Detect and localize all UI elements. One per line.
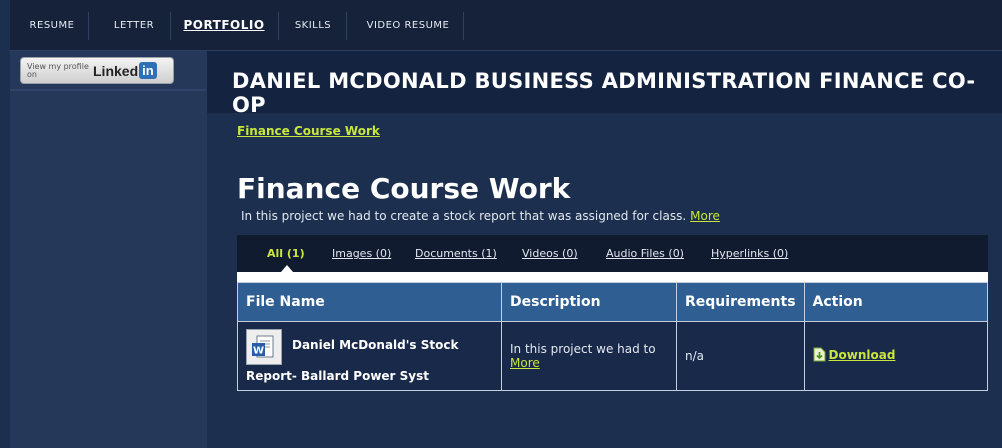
description-more-link[interactable]: More — [690, 209, 720, 223]
nav-divider — [88, 12, 89, 40]
nav-skills[interactable]: SKILLS — [290, 0, 336, 50]
breadcrumb[interactable]: Finance Course Work — [237, 124, 380, 138]
sidebar-divider — [10, 89, 207, 91]
file-name-line2[interactable]: Report- Ballard Power Syst — [246, 369, 429, 383]
filter-videos[interactable]: Videos (0) — [522, 235, 578, 272]
filter-hyperlinks[interactable]: Hyperlinks (0) — [711, 235, 788, 272]
column-file-name: File Name — [237, 282, 502, 322]
filter-bar: All (1) Images (0) Documents (1) Videos … — [237, 235, 988, 272]
nav-divider — [346, 12, 347, 40]
table-row: W Daniel McDonald's Stock Report- Ballar… — [237, 321, 989, 391]
linkedin-in-icon: in — [139, 62, 157, 79]
nav-video-resume[interactable]: VIDEO RESUME — [360, 0, 456, 50]
files-table: File Name Description Requirements Actio… — [237, 282, 989, 391]
filter-documents[interactable]: Documents (1) — [415, 235, 497, 272]
download-link[interactable]: Download — [813, 347, 896, 362]
sidebar: View my profile on Linked in — [10, 51, 207, 448]
action-cell: Download — [803, 321, 989, 391]
linkedin-view-text: View my profile on — [27, 61, 89, 79]
nav-divider — [170, 12, 171, 40]
site-header: DANIEL MCDONALD BUSINESS ADMINISTRATION … — [207, 51, 1002, 117]
tab-content-divider — [237, 272, 988, 282]
linkedin-logo: Linked in — [93, 62, 157, 79]
page-title: Finance Course Work — [237, 172, 571, 205]
filter-audio-files[interactable]: Audio Files (0) — [606, 235, 684, 272]
column-requirements: Requirements — [676, 282, 805, 322]
nav-divider — [463, 12, 464, 40]
active-tab-pointer — [281, 265, 293, 272]
nav-letter[interactable]: LETTER — [102, 0, 166, 50]
page-description-text: In this project we had to create a stock… — [241, 209, 687, 223]
word-document-icon: W — [246, 329, 282, 365]
filter-images[interactable]: Images (0) — [332, 235, 391, 272]
download-label: Download — [828, 347, 896, 362]
download-icon — [813, 347, 826, 362]
file-name-line1[interactable]: Daniel McDonald's Stock — [292, 338, 458, 352]
column-description: Description — [501, 282, 677, 322]
row-more-link[interactable]: More — [510, 356, 540, 370]
svg-text:W: W — [253, 346, 264, 357]
linkedin-profile-badge[interactable]: View my profile on Linked in — [20, 57, 174, 84]
file-name-cell: W Daniel McDonald's Stock Report- Ballar… — [237, 321, 502, 391]
nav-divider — [278, 12, 279, 40]
top-nav: RESUME LETTER PORTFOLIO SKILLS VIDEO RES… — [10, 0, 1002, 51]
linkedin-brand-text: Linked — [93, 62, 139, 79]
description-text: In this project we had to — [510, 342, 656, 356]
page-description: In this project we had to create a stock… — [241, 209, 720, 223]
description-cell: In this project we had to More — [501, 321, 677, 391]
table-header-row: File Name Description Requirements Actio… — [237, 282, 989, 322]
nav-resume[interactable]: RESUME — [20, 0, 84, 50]
nav-portfolio[interactable]: PORTFOLIO — [183, 0, 264, 50]
requirements-cell: n/a — [676, 321, 805, 391]
column-action: Action — [803, 282, 989, 322]
site-title: DANIEL MCDONALD BUSINESS ADMINISTRATION … — [232, 69, 976, 117]
